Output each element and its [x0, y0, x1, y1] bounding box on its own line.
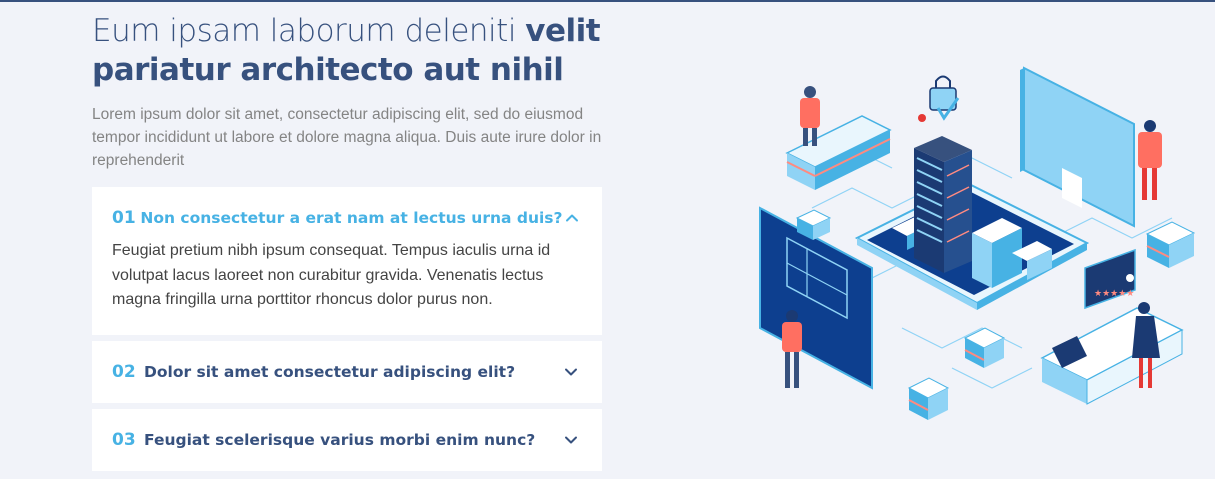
faq-item-2: 02 Dolor sit amet consectetur adipiscing… [92, 340, 602, 403]
svg-text:★★★★★: ★★★★★ [1094, 289, 1134, 299]
isometric-illustration: ★★★★★ [752, 58, 1198, 428]
section-lead: Lorem ipsum dolor sit amet, consectetur … [92, 106, 602, 169]
faq-question-toggle[interactable]: 02 Dolor sit amet consectetur adipiscing… [112, 341, 582, 403]
faq-item-1: 01 Non consectetur a erat nam at lectus … [92, 187, 602, 335]
chevron-up-icon[interactable] [563, 207, 582, 229]
chevron-down-icon[interactable] [560, 361, 582, 383]
faq-question: Dolor sit amet consectetur adipiscing el… [144, 362, 516, 381]
faq-item-3: 03 Feugiat scelerisque varius morbi enim… [92, 408, 602, 471]
faq-question: Non consectetur a erat nam at lectus urn… [140, 209, 563, 227]
section-headline: Eum ipsam laborum deleniti velit pariatu… [92, 12, 602, 90]
faq-number: 02 [112, 361, 136, 382]
faq-number: 03 [112, 429, 136, 450]
chevron-down-icon[interactable] [560, 429, 582, 451]
why-us-content: Eum ipsam laborum deleniti velit pariatu… [92, 12, 602, 477]
headline-light-text: Eum ipsam laborum deleniti [92, 13, 526, 49]
faq-accordion: 01 Non consectetur a erat nam at lectus … [92, 187, 602, 471]
faq-question: Feugiat scelerisque varius morbi enim nu… [144, 430, 536, 449]
faq-question-toggle[interactable]: 03 Feugiat scelerisque varius morbi enim… [112, 409, 582, 471]
faq-number: 01 [112, 208, 136, 228]
faq-answer: Feugiat pretium nibh ipsum consequat. Te… [112, 242, 551, 308]
